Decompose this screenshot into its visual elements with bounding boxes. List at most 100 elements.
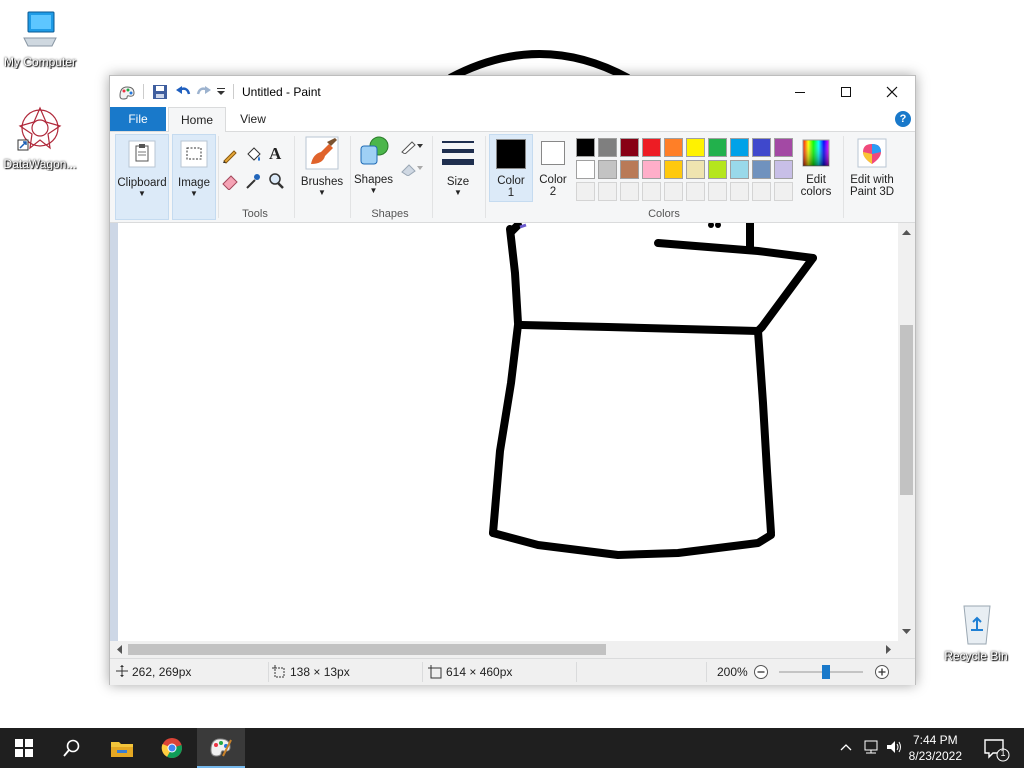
paint-app-icon[interactable] bbox=[118, 84, 136, 100]
search-button[interactable] bbox=[48, 728, 96, 768]
minimize-button[interactable] bbox=[777, 76, 823, 107]
zoom-slider-thumb[interactable] bbox=[822, 665, 830, 679]
palette-swatch[interactable] bbox=[576, 182, 595, 201]
status-divider bbox=[422, 662, 423, 682]
palette-swatch[interactable] bbox=[774, 160, 793, 179]
palette-swatch[interactable] bbox=[576, 160, 595, 179]
palette-swatch[interactable] bbox=[730, 182, 749, 201]
palette-swatch[interactable] bbox=[708, 160, 727, 179]
palette-swatch[interactable] bbox=[664, 138, 683, 157]
taskbar-paint[interactable] bbox=[197, 728, 245, 768]
palette-swatch[interactable] bbox=[664, 182, 683, 201]
palette-swatch[interactable] bbox=[642, 138, 661, 157]
taskbar-file-explorer[interactable] bbox=[98, 728, 146, 768]
zoom-out-button[interactable] bbox=[753, 664, 769, 680]
size-button[interactable]: Size ▼ bbox=[437, 134, 479, 197]
selection-size-icon bbox=[272, 665, 285, 678]
palette-swatch[interactable] bbox=[686, 182, 705, 201]
palette-swatch[interactable] bbox=[576, 138, 595, 157]
palette-swatch[interactable] bbox=[730, 138, 749, 157]
canvas-drawing bbox=[489, 219, 817, 559]
vertical-scrollbar[interactable] bbox=[898, 223, 915, 641]
show-hidden-icons-chevron-icon[interactable] bbox=[840, 742, 852, 752]
edit-with-paint3d-button[interactable]: Edit with Paint 3D bbox=[846, 134, 898, 198]
palette-swatch[interactable] bbox=[620, 160, 639, 179]
image-button[interactable]: Image ▼ bbox=[172, 134, 216, 220]
palette-swatch[interactable] bbox=[642, 182, 661, 201]
zoom-slider[interactable] bbox=[777, 664, 867, 680]
text-tool-icon[interactable]: A bbox=[269, 144, 281, 164]
palette-swatch[interactable] bbox=[774, 138, 793, 157]
tab-file[interactable]: File bbox=[110, 107, 166, 131]
volume-icon[interactable] bbox=[886, 739, 904, 755]
drawing-canvas[interactable] bbox=[118, 219, 898, 641]
close-button[interactable] bbox=[869, 76, 915, 107]
palette-swatch[interactable] bbox=[620, 182, 639, 201]
customize-qa-chevron-icon[interactable] bbox=[216, 88, 226, 96]
shapes-label: Shapes bbox=[354, 174, 394, 186]
palette-swatch[interactable] bbox=[774, 182, 793, 201]
palette-swatch[interactable] bbox=[686, 160, 705, 179]
desktop-icon-label: Recycle Bin bbox=[944, 649, 1008, 663]
edit-with-paint3d-line2: Paint 3D bbox=[849, 186, 895, 198]
color-palette bbox=[576, 138, 796, 202]
notification-center-button[interactable]: 1 bbox=[976, 728, 1016, 768]
shapes-button[interactable]: Shapes ▼ bbox=[354, 132, 393, 195]
palette-swatch[interactable] bbox=[686, 138, 705, 157]
palette-swatch[interactable] bbox=[598, 138, 617, 157]
palette-swatch[interactable] bbox=[730, 160, 749, 179]
zoom-in-button[interactable] bbox=[874, 664, 890, 680]
undo-icon[interactable] bbox=[175, 84, 191, 100]
save-icon[interactable] bbox=[152, 84, 168, 100]
horizontal-scrollbar[interactable] bbox=[110, 641, 898, 658]
desktop-icon-recycle-bin[interactable]: Recycle Bin bbox=[936, 600, 1016, 663]
separator bbox=[843, 136, 844, 218]
separator bbox=[432, 136, 433, 218]
system-clock[interactable]: 7:44 PM 8/23/2022 bbox=[909, 732, 962, 764]
fill-icon[interactable] bbox=[400, 160, 424, 176]
color2-button[interactable]: Color 2 bbox=[533, 134, 573, 200]
close-icon bbox=[886, 86, 898, 97]
desktop-icon-my-computer[interactable]: My Computer bbox=[0, 8, 80, 69]
size-dropdown-arrow-icon: ▼ bbox=[454, 188, 462, 197]
redo-icon[interactable] bbox=[196, 84, 212, 100]
eraser-icon[interactable] bbox=[221, 172, 239, 190]
palette-swatch[interactable] bbox=[708, 138, 727, 157]
help-button[interactable]: ? bbox=[895, 111, 911, 127]
palette-swatch[interactable] bbox=[620, 138, 639, 157]
palette-swatch[interactable] bbox=[598, 182, 617, 201]
pencil-icon[interactable] bbox=[221, 146, 239, 164]
palette-swatch[interactable] bbox=[664, 160, 683, 179]
maximize-button[interactable] bbox=[823, 76, 869, 107]
tab-view[interactable]: View bbox=[228, 107, 278, 131]
status-divider bbox=[706, 662, 707, 682]
edit-colors-line2: colors bbox=[800, 186, 832, 198]
palette-swatch[interactable] bbox=[642, 160, 661, 179]
fill-bucket-icon[interactable] bbox=[244, 146, 262, 164]
separator bbox=[485, 136, 486, 218]
palette-swatch[interactable] bbox=[598, 160, 617, 179]
start-button[interactable] bbox=[0, 728, 48, 768]
magnifier-icon[interactable] bbox=[267, 172, 285, 190]
desktop-icon-datawagon[interactable]: DataWagon... bbox=[0, 104, 80, 171]
taskbar-chrome[interactable] bbox=[148, 728, 196, 768]
palette-swatch[interactable] bbox=[752, 182, 771, 201]
horizontal-scrollbar-graphic bbox=[117, 644, 891, 655]
shapes-icon bbox=[360, 136, 388, 165]
network-icon[interactable] bbox=[862, 739, 880, 755]
color1-button[interactable]: Color 1 bbox=[489, 134, 533, 202]
brushes-button[interactable]: Brushes ▼ bbox=[298, 134, 346, 204]
clipboard-button[interactable]: Clipboard ▼ bbox=[115, 134, 169, 220]
palette-swatch[interactable] bbox=[752, 160, 771, 179]
status-divider bbox=[268, 662, 269, 682]
notification-icon bbox=[984, 739, 1010, 762]
edit-colors-button[interactable]: Edit colors bbox=[794, 134, 838, 198]
paint-window: Untitled - Paint File Home View ? Clipbo… bbox=[109, 75, 916, 685]
color-picker-icon[interactable] bbox=[244, 172, 262, 190]
palette-swatch[interactable] bbox=[752, 138, 771, 157]
tab-home[interactable]: Home bbox=[168, 107, 226, 133]
palette-swatch[interactable] bbox=[708, 182, 727, 201]
outline-icon[interactable] bbox=[400, 138, 424, 154]
color1-label-line1: Color bbox=[497, 175, 525, 187]
vertical-scrollbar-graphic bbox=[900, 230, 913, 634]
